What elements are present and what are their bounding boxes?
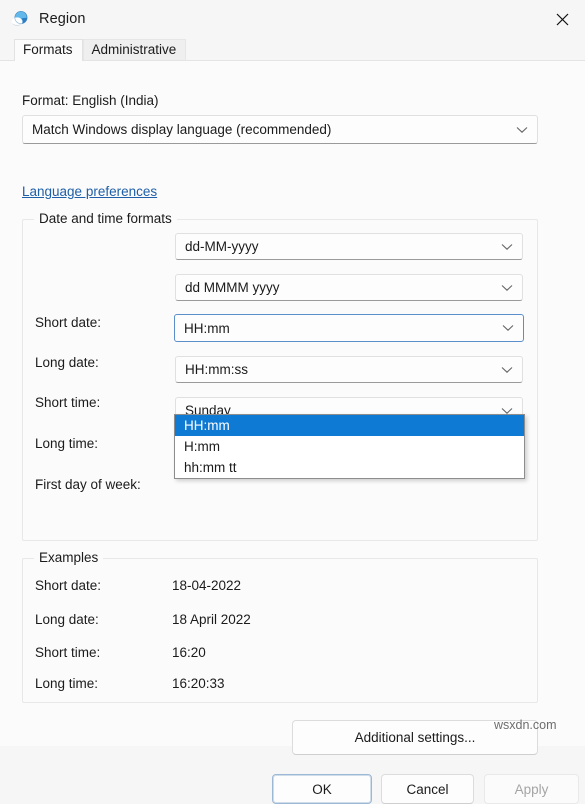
chevron-down-icon bbox=[511, 126, 533, 134]
dropdown-option-hh-mm-tt[interactable]: hh:mm tt bbox=[175, 457, 524, 478]
tab-formats[interactable]: Formats bbox=[14, 39, 83, 61]
date-time-formats-title: Date and time formats bbox=[34, 211, 177, 226]
tab-administrative-label: Administrative bbox=[91, 42, 177, 57]
tab-administrative[interactable]: Administrative bbox=[82, 39, 187, 61]
example-short-date-value: 18-04-2022 bbox=[172, 578, 242, 593]
example-long-date-label: Long date: bbox=[35, 612, 99, 627]
apply-button: Apply bbox=[484, 774, 579, 804]
long-date-value: dd MMMM yyyy bbox=[185, 280, 280, 295]
language-preferences-link[interactable]: Language preferences bbox=[22, 184, 157, 199]
short-time-combobox[interactable]: HH:mm bbox=[174, 314, 524, 342]
window-title: Region bbox=[39, 11, 86, 27]
cancel-button[interactable]: Cancel bbox=[381, 774, 474, 804]
format-combobox-value: Match Windows display language (recommen… bbox=[32, 122, 332, 137]
format-combobox[interactable]: Match Windows display language (recommen… bbox=[22, 115, 538, 144]
chevron-down-icon bbox=[497, 324, 519, 332]
region-globe-icon bbox=[10, 9, 30, 29]
dropdown-option-hh-mm[interactable]: HH:mm bbox=[175, 415, 524, 436]
example-short-time-value: 16:20 bbox=[172, 645, 206, 660]
example-long-date-value: 18 April 2022 bbox=[172, 612, 251, 627]
short-date-combobox[interactable]: dd-MM-yyyy bbox=[175, 233, 523, 260]
examples-title: Examples bbox=[34, 550, 104, 565]
example-short-time-label: Short time: bbox=[35, 645, 101, 660]
example-long-time-value: 16:20:33 bbox=[172, 676, 225, 691]
long-date-combobox[interactable]: dd MMMM yyyy bbox=[175, 274, 523, 301]
short-time-value: HH:mm bbox=[184, 320, 230, 336]
example-short-date-label: Short date: bbox=[35, 578, 102, 593]
first-day-of-week-label: First day of week: bbox=[35, 477, 141, 492]
chevron-down-icon bbox=[496, 243, 518, 251]
close-icon[interactable] bbox=[539, 0, 585, 38]
chevron-down-icon bbox=[496, 366, 518, 374]
watermark: wsxdn.com bbox=[494, 718, 557, 732]
tab-formats-label: Formats bbox=[23, 42, 73, 57]
formats-page: Format: English (India) Match Windows di… bbox=[0, 60, 585, 804]
long-time-label: Long time: bbox=[35, 436, 99, 451]
long-time-combobox[interactable]: HH:mm:ss bbox=[175, 356, 523, 383]
dropdown-option-h-mm[interactable]: H:mm bbox=[175, 436, 524, 457]
title-bar: Region bbox=[0, 0, 585, 38]
tab-strip: Formats Administrative bbox=[0, 38, 585, 61]
ok-button[interactable]: OK bbox=[272, 774, 372, 804]
short-time-label: Short time: bbox=[35, 395, 101, 410]
short-date-label: Short date: bbox=[35, 315, 102, 330]
short-time-dropdown-list[interactable]: HH:mm H:mm hh:mm tt bbox=[174, 414, 525, 479]
format-language-label: Format: English (India) bbox=[22, 93, 159, 108]
long-date-label: Long date: bbox=[35, 355, 99, 370]
example-long-time-label: Long time: bbox=[35, 676, 99, 691]
chevron-down-icon bbox=[496, 284, 518, 292]
long-time-value: HH:mm:ss bbox=[185, 362, 248, 377]
short-date-value: dd-MM-yyyy bbox=[185, 239, 259, 254]
